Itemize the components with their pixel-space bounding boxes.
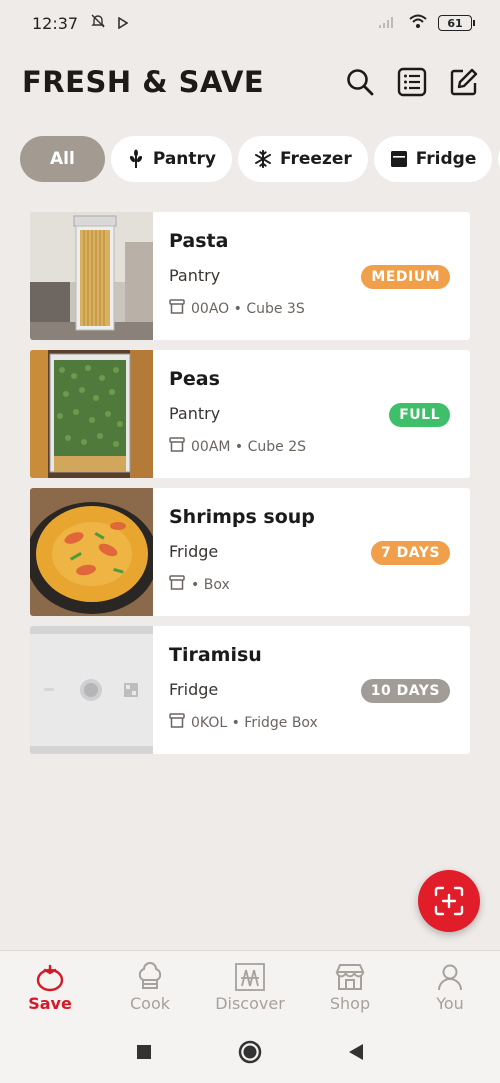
status-badge: MEDIUM	[361, 265, 450, 289]
storage-list: Pasta Pantry 00AO • Cube 3S MEDIUM Peas …	[30, 212, 470, 764]
chip-label: Pantry	[152, 149, 216, 169]
home-button[interactable]	[238, 1040, 262, 1068]
bottom-nav: Save Cook Discover Shop You	[0, 950, 500, 1024]
page-title: FRESH & SAVE	[22, 65, 265, 99]
edit-icon	[450, 68, 478, 96]
list-item[interactable]: Peas Pantry 00AM • Cube 2S FULL	[30, 350, 470, 478]
item-image	[30, 350, 153, 478]
app-header: FRESH & SAVE	[0, 56, 500, 108]
item-image	[30, 212, 153, 340]
status-badge: 10 DAYS	[360, 679, 450, 703]
filter-chip-all[interactable]: All	[20, 136, 105, 182]
square-icon	[137, 1044, 151, 1059]
nav-you[interactable]: You	[400, 951, 500, 1024]
filter-chips: All Pantry Freezer Fridge	[20, 136, 500, 184]
list-item[interactable]: Pasta Pantry 00AO • Cube 3S MEDIUM	[30, 212, 470, 340]
list-item[interactable]: Shrimps soup Fridge • Box 7 DAYS	[30, 488, 470, 616]
item-image	[30, 626, 153, 754]
item-details: Peas Pantry 00AM • Cube 2S FULL	[153, 350, 470, 478]
item-container: 00AM • Cube 2S	[191, 438, 307, 455]
container-icon	[169, 437, 185, 456]
chip-label: Fridge	[415, 149, 477, 169]
filter-chip-fridge[interactable]: Fridge	[373, 136, 493, 182]
chip-label: All	[50, 149, 75, 169]
bell-off-icon	[90, 13, 106, 33]
filter-chip-pantry[interactable]: Pantry	[110, 136, 232, 182]
search-icon	[347, 69, 374, 96]
tomato-icon	[36, 964, 64, 992]
search-button[interactable]	[344, 66, 376, 98]
back-button[interactable]	[348, 1043, 364, 1065]
circle-icon	[238, 1040, 262, 1063]
container-icon	[169, 575, 185, 594]
status-bar: 12:37 61	[0, 0, 500, 46]
user-icon	[438, 964, 462, 991]
item-name: Shrimps soup	[169, 506, 315, 528]
item-meta: 00AM • Cube 2S	[169, 437, 450, 456]
snowflake-icon	[254, 149, 272, 169]
header-actions	[344, 66, 480, 98]
signal-icon	[378, 14, 398, 33]
nav-label: Discover	[215, 994, 285, 1013]
container-icon	[169, 299, 185, 318]
battery-level: 61	[447, 16, 463, 30]
status-badge: FULL	[389, 403, 450, 427]
item-meta: 0KOL • Fridge Box	[169, 713, 450, 732]
item-name: Pasta	[169, 230, 229, 252]
item-image	[30, 488, 153, 616]
shop-icon	[335, 964, 365, 990]
system-nav	[0, 1024, 500, 1083]
edit-button[interactable]	[448, 66, 480, 98]
list-button[interactable]	[396, 66, 428, 98]
status-time: 12:37	[32, 13, 79, 33]
list-item[interactable]: Tiramisu Fridge 0KOL • Fridge Box 10 DAY…	[30, 626, 470, 754]
nav-label: Cook	[129, 994, 170, 1013]
nav-label: You	[436, 994, 464, 1013]
item-details: Tiramisu Fridge 0KOL • Fridge Box 10 DAY…	[153, 626, 470, 754]
status-right: 61	[378, 13, 475, 33]
battery-icon: 61	[438, 15, 475, 31]
discover-icon	[235, 963, 265, 991]
nav-label: Shop	[329, 994, 371, 1013]
status-left: 12:37	[32, 13, 129, 33]
nav-shop[interactable]: Shop	[300, 951, 400, 1024]
list-icon	[397, 67, 427, 97]
play-icon	[118, 14, 129, 33]
filter-chip-freezer[interactable]: Freezer	[237, 136, 368, 182]
item-container: • Box	[191, 576, 230, 593]
back-triangle-icon	[349, 1043, 363, 1060]
item-name: Peas	[169, 368, 220, 390]
item-details: Pasta Pantry 00AO • Cube 3S MEDIUM	[153, 212, 470, 340]
chef-hat-icon	[138, 962, 162, 989]
fridge-icon	[390, 150, 408, 168]
item-meta: 00AO • Cube 3S	[169, 299, 450, 318]
status-badge: 7 DAYS	[371, 541, 450, 565]
nav-label: Save	[28, 994, 72, 1013]
item-details: Shrimps soup Fridge • Box 7 DAYS	[153, 488, 470, 616]
nav-save[interactable]: Save	[0, 951, 100, 1024]
wifi-icon	[408, 13, 428, 33]
item-meta: • Box	[169, 575, 450, 594]
container-icon	[169, 713, 185, 732]
item-container: 0KOL • Fridge Box	[191, 714, 318, 731]
nav-cook[interactable]: Cook	[100, 951, 200, 1024]
scan-add-icon	[434, 886, 464, 916]
chip-label: Freezer	[279, 149, 352, 169]
wheat-icon	[127, 149, 145, 168]
scan-add-button[interactable]	[418, 870, 480, 932]
item-container: 00AO • Cube 3S	[191, 300, 305, 317]
nav-discover[interactable]: Discover	[200, 951, 300, 1024]
item-name: Tiramisu	[169, 644, 262, 666]
recents-button[interactable]	[136, 1044, 152, 1064]
